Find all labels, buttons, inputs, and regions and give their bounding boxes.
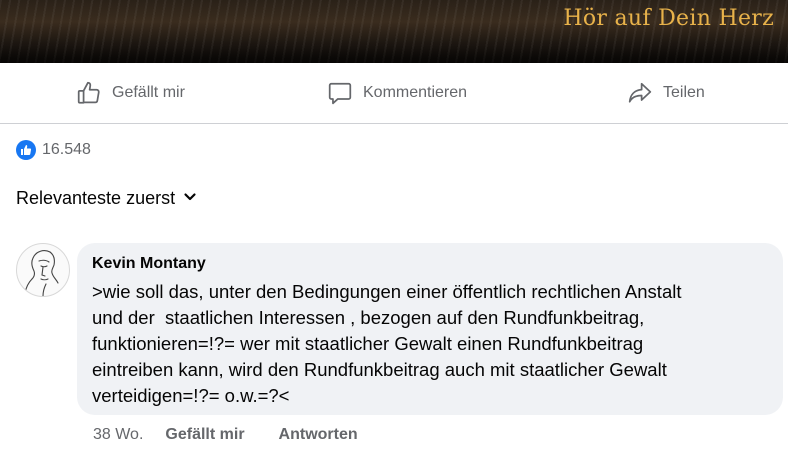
comment-button[interactable]: Kommentieren [327, 63, 467, 123]
like-label: Gefällt mir [112, 84, 185, 101]
reaction-summary[interactable]: 16.548 [16, 139, 91, 161]
comment-text: >wie soll das, unter den Bedingungen ein… [92, 281, 682, 406]
comment-timestamp[interactable]: 38 Wo. [93, 426, 143, 444]
share-button[interactable]: Teilen [627, 63, 705, 123]
speech-bubble-icon [327, 80, 353, 106]
share-label: Teilen [663, 84, 705, 101]
comment-meta: 38 Wo. Gefällt mir Antworten [93, 426, 358, 444]
comment-label: Kommentieren [363, 84, 468, 101]
comment-author[interactable]: Kevin Montany [92, 255, 767, 273]
comment-bubble: Kevin Montany >wie soll das, unter den B… [77, 243, 783, 415]
post-action-bar: Gefällt mir Kommentieren Teilen [0, 63, 788, 124]
banner-caption: Hör auf Dein Herz [563, 6, 774, 31]
comment-like-link[interactable]: Gefällt mir [165, 426, 244, 444]
thumbs-up-icon [76, 80, 102, 106]
like-button[interactable]: Gefällt mir [76, 63, 185, 123]
post-image-banner[interactable]: Hör auf Dein Herz [0, 0, 788, 63]
reaction-count: 16.548 [42, 141, 91, 158]
chevron-down-icon [183, 188, 197, 209]
sort-label: Relevanteste zuerst [16, 188, 176, 208]
comment-reply-link[interactable]: Antworten [279, 426, 358, 444]
like-reaction-icon [16, 140, 36, 160]
share-arrow-icon [627, 80, 653, 106]
comment-sort-dropdown[interactable]: Relevanteste zuerst [16, 188, 197, 209]
avatar[interactable] [16, 243, 70, 297]
